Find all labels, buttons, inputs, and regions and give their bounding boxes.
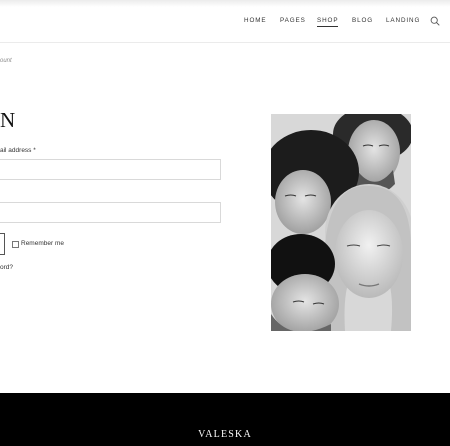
password-field[interactable] <box>0 202 221 223</box>
lost-password-link[interactable]: ord? <box>0 264 13 271</box>
breadcrumb: ount <box>0 58 12 64</box>
nav-pages[interactable]: PAGES <box>280 17 306 25</box>
login-button[interactable] <box>0 233 5 255</box>
footer-logo[interactable]: VALESKA <box>0 430 450 440</box>
username-field[interactable] <box>0 159 221 180</box>
remember-checkbox[interactable] <box>12 241 19 248</box>
nav-landing[interactable]: LANDING <box>386 17 420 25</box>
site-header: HOME PAGES SHOP BLOG LANDING <box>0 0 450 43</box>
remember-label: Remember me <box>21 240 64 247</box>
search-icon[interactable] <box>430 16 440 26</box>
hero-image <box>271 114 411 331</box>
main-nav: HOME PAGES SHOP BLOG LANDING <box>0 17 450 29</box>
page-title: N <box>0 108 17 132</box>
username-label: ail address * <box>0 147 36 154</box>
nav-blog[interactable]: BLOG <box>352 17 373 25</box>
nav-home[interactable]: HOME <box>244 17 267 25</box>
nav-shop[interactable]: SHOP <box>317 17 339 27</box>
site-footer: VALESKA <box>0 393 450 446</box>
